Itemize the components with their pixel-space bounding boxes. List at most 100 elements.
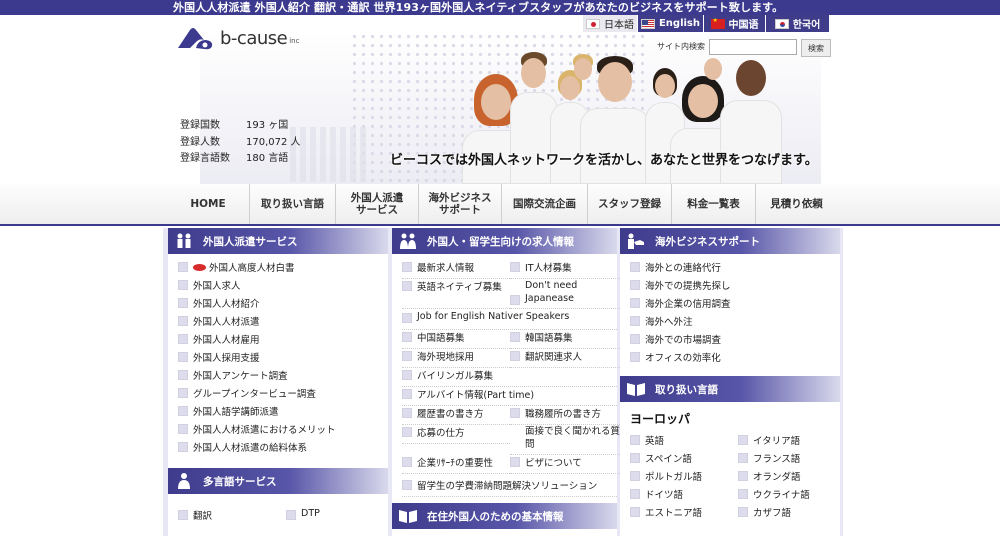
list-item[interactable]: 外国人人材派遣 — [178, 314, 388, 332]
list-item[interactable]: 海外との連絡代行 — [630, 260, 840, 278]
link-text[interactable]: バイリンガル募集 — [417, 368, 493, 382]
lang-japanese[interactable]: 日本語 — [583, 15, 638, 32]
link-text[interactable]: 外国人人材派遣 — [193, 314, 260, 328]
link-text[interactable]: オランダ語 — [753, 469, 801, 483]
list-item[interactable]: 海外での市場調査 — [630, 332, 840, 350]
list-item[interactable]: 履歴書の書き方 — [402, 406, 510, 425]
link-text[interactable]: ビザについて — [525, 455, 582, 469]
list-item[interactable]: 中国語募集 — [402, 330, 510, 349]
link-text[interactable]: 翻訳 — [193, 508, 212, 522]
list-item[interactable]: Don't need Japanease — [510, 279, 620, 309]
nav-overseas-business[interactable]: 海外ビジネス サポート — [418, 184, 501, 224]
nav-home[interactable]: HOME — [167, 184, 249, 224]
list-item[interactable]: バイリンガル募集 — [402, 368, 617, 387]
site-search-button[interactable]: 検索 — [801, 39, 831, 57]
list-item[interactable]: 翻訳 — [178, 508, 286, 526]
nav-international-exchange[interactable]: 国際交流企画 — [501, 184, 587, 224]
list-item[interactable]: ポルトガル語 — [630, 469, 738, 487]
link-text[interactable]: カザフ語 — [753, 505, 791, 519]
list-item[interactable]: 職務履所の書き方 — [510, 406, 620, 425]
link-text[interactable]: アルバイト情報(Part time) — [417, 387, 534, 401]
link-text[interactable]: 中国語募集 — [417, 330, 465, 344]
link-text[interactable]: 外国人求人 — [193, 278, 241, 292]
list-item[interactable]: 海外での提携先探し — [630, 278, 840, 296]
link-text[interactable]: オフィスの効率化 — [645, 350, 721, 364]
link-text[interactable]: 海外での市場調査 — [645, 332, 721, 346]
link-text[interactable]: 外国人語学講師派遣 — [193, 404, 279, 418]
link-text[interactable]: 海外へ外注 — [645, 314, 693, 328]
list-item[interactable]: 企業ﾘｻｰﾁの重要性 — [402, 455, 510, 474]
list-item[interactable]: カザフ語 — [738, 505, 836, 523]
nav-price-list[interactable]: 料金一覧表 — [671, 184, 755, 224]
list-item[interactable]: オフィスの効率化 — [630, 350, 840, 368]
link-text[interactable]: エストニア語 — [645, 505, 702, 519]
list-item[interactable]: 外国人人材紹介 — [178, 296, 388, 314]
link-text[interactable]: IT人材募集 — [525, 260, 572, 274]
list-item[interactable]: ウクライナ語 — [738, 487, 836, 505]
list-item[interactable]: 外国人人材派遣におけるメリット — [178, 422, 388, 440]
link-text[interactable]: 留学生の学費滞納問題解決ソリューション — [417, 478, 597, 492]
link-text[interactable]: 海外現地採用 — [417, 349, 474, 363]
nav-languages[interactable]: 取り扱い言語 — [249, 184, 335, 224]
link-text[interactable]: 海外企業の信用調査 — [645, 296, 731, 310]
list-item[interactable]: 英語ネイティブ募集 — [402, 279, 510, 309]
link-text[interactable]: 外国人人材雇用 — [193, 332, 260, 346]
list-item[interactable]: 面接で良く聞かれる質問 — [510, 425, 620, 455]
link-text[interactable]: 職務履所の書き方 — [525, 406, 601, 420]
link-text[interactable]: スペイン語 — [645, 451, 692, 465]
nav-staff-registration[interactable]: スタッフ登録 — [587, 184, 671, 224]
link-text[interactable]: フランス語 — [753, 451, 800, 465]
link-text[interactable]: 履歴書の書き方 — [417, 406, 484, 420]
list-item[interactable]: Job for English Nativer Speakers — [402, 311, 617, 330]
link-text[interactable]: 応募の仕方 — [417, 425, 465, 439]
list-item[interactable]: 海外へ外注 — [630, 314, 840, 332]
list-item[interactable]: 外国人採用支援 — [178, 350, 388, 368]
link-text[interactable]: DTP — [301, 508, 320, 519]
list-item[interactable]: オランダ語 — [738, 469, 836, 487]
list-item[interactable]: 外国人語学講師派遣 — [178, 404, 388, 422]
lang-english[interactable]: English — [638, 15, 704, 32]
site-search-input[interactable] — [709, 39, 797, 55]
list-item[interactable]: イタリア語 — [738, 433, 836, 451]
list-item[interactable]: フランス語 — [738, 451, 836, 469]
link-text[interactable]: 面接で良く聞かれる質問 — [525, 425, 620, 451]
site-logo[interactable]: b-cause inc — [176, 26, 299, 50]
link-text[interactable]: 最新求人情報 — [417, 260, 474, 274]
link-text[interactable]: 海外との連絡代行 — [645, 260, 721, 274]
link-text[interactable]: 英語 — [645, 433, 664, 447]
list-item[interactable]: 海外企業の信用調査 — [630, 296, 840, 314]
nav-dispatch-service[interactable]: 外国人派遣 サービス — [335, 184, 418, 224]
link-text[interactable]: ドイツ語 — [645, 487, 683, 501]
link-text[interactable]: Don't need Japanease — [525, 279, 620, 305]
link-text[interactable]: イタリア語 — [753, 433, 800, 447]
list-item[interactable]: アルバイト情報(Part time) — [402, 387, 617, 406]
link-text[interactable]: 外国人アンケート調査 — [193, 368, 288, 382]
list-item[interactable]: 韓国語募集 — [510, 330, 620, 349]
link-text[interactable]: 企業ﾘｻｰﾁの重要性 — [417, 455, 493, 469]
link-text[interactable]: 韓国語募集 — [525, 330, 573, 344]
list-item[interactable]: エストニア語 — [630, 505, 738, 523]
list-item[interactable]: 海外現地採用 — [402, 349, 510, 368]
list-item[interactable]: グループインタービュー調査 — [178, 386, 388, 404]
list-item[interactable]: 外国人求人 — [178, 278, 388, 296]
nav-quote-request[interactable]: 見積り依頼 — [755, 184, 837, 224]
list-item[interactable]: 外国人人材雇用 — [178, 332, 388, 350]
lang-korean[interactable]: 한국어 — [766, 15, 830, 32]
link-text[interactable]: 外国人高度人材白書 — [209, 260, 295, 274]
list-item[interactable]: スペイン語 — [630, 451, 738, 469]
list-item[interactable]: 外国人人材派遣の給料体系 — [178, 440, 388, 458]
link-text[interactable]: 翻訳関連求人 — [525, 349, 582, 363]
list-item[interactable]: ビザについて — [510, 455, 620, 474]
link-text[interactable]: Job for English Nativer Speakers — [417, 311, 569, 322]
link-text[interactable]: ウクライナ語 — [753, 487, 810, 501]
link-text[interactable]: 外国人人材派遣の給料体系 — [193, 440, 307, 454]
list-item[interactable]: 応募の仕方 — [402, 425, 510, 444]
link-text[interactable]: 外国人人材派遣におけるメリット — [193, 422, 336, 436]
link-text[interactable]: 外国人人材紹介 — [193, 296, 260, 310]
list-item[interactable]: 外国人アンケート調査 — [178, 368, 388, 386]
list-item[interactable]: 翻訳関連求人 — [510, 349, 620, 368]
link-text[interactable]: 海外での提携先探し — [645, 278, 731, 292]
lang-chinese[interactable]: 中国语 — [704, 15, 766, 32]
link-text[interactable]: 外国人採用支援 — [193, 350, 260, 364]
list-item[interactable]: 英語 — [630, 433, 738, 451]
